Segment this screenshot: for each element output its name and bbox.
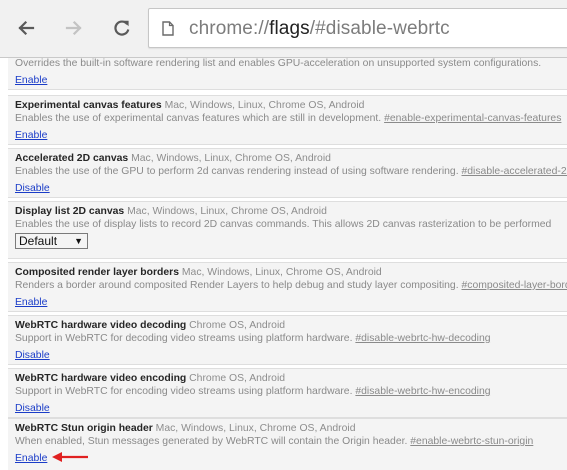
experiment-platforms: Mac, Windows, Linux, Chrome OS, Android bbox=[181, 267, 382, 278]
experiment-name: WebRTC hardware video decoding bbox=[15, 320, 187, 331]
back-button[interactable] bbox=[12, 14, 40, 42]
experiment-platforms: Chrome OS, Android bbox=[189, 320, 286, 331]
experiment-row: Overrides the built-in software renderin… bbox=[8, 58, 567, 90]
experiment-description-line: Enables the use of the GPU to perform 2d… bbox=[15, 165, 567, 178]
experiment-description-line: Support in WebRTC for decoding video str… bbox=[15, 332, 567, 345]
experiment-description: Enables the use of experimental canvas f… bbox=[15, 113, 382, 124]
forward-arrow-icon bbox=[65, 20, 82, 36]
disable-link[interactable]: Disable bbox=[15, 402, 50, 415]
experiment-name: Composited render layer borders bbox=[15, 267, 179, 278]
url-text[interactable]: chrome://flags/#disable-webrtc bbox=[189, 18, 450, 40]
page-icon bbox=[162, 21, 174, 36]
experiment-anchor-link[interactable]: #composited-layer-borders bbox=[462, 280, 567, 291]
experiment-header: WebRTC hardware video encoding Chrome OS… bbox=[15, 372, 567, 385]
experiment-header: Experimental canvas features Mac, Window… bbox=[15, 99, 567, 112]
experiment-header: WebRTC Stun origin header Mac, Windows, … bbox=[15, 422, 567, 435]
experiment-anchor-link[interactable]: #disable-webrtc-hw-encoding bbox=[355, 386, 490, 397]
experiment-description-line: Enables the use of display lists to reco… bbox=[15, 218, 567, 231]
experiment-header: Accelerated 2D canvas Mac, Windows, Linu… bbox=[15, 152, 567, 165]
experiment-platforms: Mac, Windows, Linux, Chrome OS, Android bbox=[127, 206, 327, 217]
experiment-row: Experimental canvas features Mac, Window… bbox=[8, 95, 567, 145]
experiment-select[interactable]: Default ▼ bbox=[15, 233, 88, 249]
experiment-platforms: Mac, Windows, Linux, Chrome OS, Android bbox=[131, 153, 331, 164]
disable-link[interactable]: Disable bbox=[15, 349, 50, 362]
url-path: /#disable-webrtc bbox=[309, 18, 450, 39]
experiment-row: Display list 2D canvas Mac, Windows, Lin… bbox=[8, 201, 567, 259]
experiment-description-line: Support in WebRTC for encoding video str… bbox=[15, 385, 567, 398]
experiment-name: Display list 2D canvas bbox=[15, 206, 125, 217]
url-host: flags bbox=[269, 18, 310, 39]
experiment-description-line: Renders a border around composited Rende… bbox=[15, 279, 567, 292]
enable-link[interactable]: Enable bbox=[15, 452, 47, 465]
select-value: Default bbox=[19, 234, 58, 248]
experiment-name: WebRTC hardware video encoding bbox=[15, 373, 187, 384]
reload-icon bbox=[114, 20, 130, 36]
reload-button[interactable] bbox=[108, 14, 136, 42]
experiment-row: Accelerated 2D canvas Mac, Windows, Linu… bbox=[8, 148, 567, 198]
experiment-description: Support in WebRTC for decoding video str… bbox=[15, 333, 353, 344]
experiment-row: WebRTC hardware video encoding Chrome OS… bbox=[8, 368, 567, 418]
enable-link[interactable]: Enable bbox=[15, 74, 47, 87]
experiment-description: Enables the use of display lists to reco… bbox=[15, 219, 552, 230]
experiment-description-line: When enabled, Stun messages generated by… bbox=[15, 435, 567, 448]
forward-button[interactable] bbox=[60, 14, 88, 42]
experiment-description-line: Overrides the built-in software renderin… bbox=[15, 58, 567, 70]
experiment-platforms: Mac, Windows, Linux, Chrome OS, Android bbox=[155, 423, 356, 434]
experiment-description: Overrides the built-in software renderin… bbox=[15, 58, 542, 69]
browser-toolbar: chrome://flags/#disable-webrtc bbox=[0, 0, 567, 58]
experiment-platforms: Chrome OS, Android bbox=[189, 373, 286, 384]
experiment-description: When enabled, Stun messages generated by… bbox=[15, 436, 408, 447]
experiment-anchor-link[interactable]: #disable-accelerated-2d-canvas bbox=[461, 166, 567, 177]
experiment-description-line: Enables the use of experimental canvas f… bbox=[15, 112, 567, 125]
experiment-description: Support in WebRTC for encoding video str… bbox=[15, 386, 353, 397]
disable-link[interactable]: Disable bbox=[15, 182, 50, 195]
experiment-header: WebRTC hardware video decoding Chrome OS… bbox=[15, 319, 567, 332]
enable-link[interactable]: Enable bbox=[15, 296, 47, 309]
experiment-name: Experimental canvas features bbox=[15, 100, 162, 111]
experiment-anchor-link[interactable]: #enable-experimental-canvas-features bbox=[384, 113, 561, 124]
experiment-name: WebRTC Stun origin header bbox=[15, 423, 153, 434]
experiment-anchor-link[interactable]: #disable-webrtc-hw-decoding bbox=[355, 333, 490, 344]
address-bar[interactable]: chrome://flags/#disable-webrtc bbox=[148, 8, 567, 48]
experiment-row: Composited render layer borders Mac, Win… bbox=[8, 262, 567, 312]
experiment-row: WebRTC Stun origin header Mac, Windows, … bbox=[8, 418, 567, 470]
experiment-platforms: Mac, Windows, Linux, Chrome OS, Android bbox=[164, 100, 365, 111]
back-arrow-icon bbox=[18, 20, 35, 36]
enable-link[interactable]: Enable bbox=[15, 129, 47, 142]
experiment-description: Enables the use of the GPU to perform 2d… bbox=[15, 166, 459, 177]
experiment-anchor-link[interactable]: #enable-webrtc-stun-origin bbox=[410, 436, 533, 447]
experiment-row: WebRTC hardware video decoding Chrome OS… bbox=[8, 315, 567, 365]
chevron-down-icon: ▼ bbox=[74, 236, 83, 246]
red-arrow-icon bbox=[52, 452, 88, 462]
experiment-header: Display list 2D canvas Mac, Windows, Lin… bbox=[15, 205, 567, 218]
flags-list: Overrides the built-in software renderin… bbox=[0, 58, 567, 470]
experiment-description: Renders a border around composited Rende… bbox=[15, 280, 459, 291]
url-scheme: chrome:// bbox=[189, 18, 270, 39]
experiment-header: Composited render layer borders Mac, Win… bbox=[15, 266, 567, 279]
experiment-name: Accelerated 2D canvas bbox=[15, 153, 129, 164]
